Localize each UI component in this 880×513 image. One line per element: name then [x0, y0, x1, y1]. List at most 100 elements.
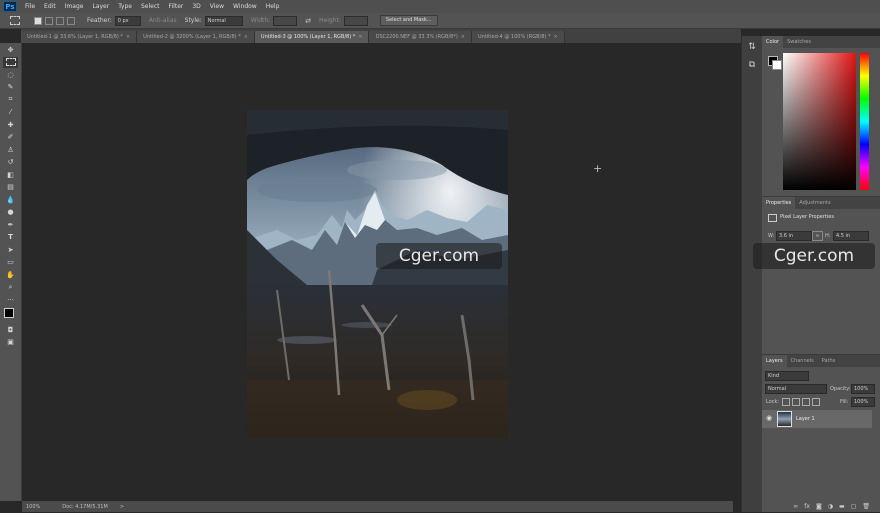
new-group-icon[interactable]: ▬	[839, 503, 845, 510]
path-select-tool-icon[interactable]: ➤	[3, 244, 18, 255]
move-tool-icon[interactable]: ✥	[3, 44, 18, 55]
type-tool-icon[interactable]: T	[3, 232, 18, 243]
lock-all-icon[interactable]	[812, 398, 820, 406]
tab-adjustments[interactable]: Adjustments	[795, 197, 834, 209]
eraser-tool-icon[interactable]: ◧	[3, 169, 18, 180]
shape-tool-icon[interactable]: ▭	[3, 257, 18, 268]
tab-paths[interactable]: Paths	[818, 355, 840, 367]
tab-channels[interactable]: Channels	[787, 355, 818, 367]
layer-filter-kind[interactable]: Kind	[765, 371, 809, 381]
menu-file[interactable]: File	[25, 3, 35, 10]
color-swatches[interactable]	[3, 307, 18, 323]
delete-layer-icon[interactable]: 🗑	[862, 503, 870, 510]
menu-type[interactable]: Type	[118, 3, 132, 10]
subtract-selection-icon[interactable]	[56, 16, 64, 25]
visibility-eye-icon[interactable]: ◉	[766, 414, 772, 422]
eyedropper-tool-icon[interactable]: ⁄	[3, 107, 18, 118]
screen-mode-icon[interactable]: ▣	[3, 337, 18, 348]
pen-tool-icon[interactable]: ✒	[3, 219, 18, 230]
close-icon[interactable]: ×	[244, 31, 248, 43]
color-panel: Color Swatches	[762, 36, 880, 194]
menu-3d[interactable]: 3D	[192, 3, 200, 10]
width-input[interactable]	[273, 15, 298, 26]
menu-select[interactable]: Select	[141, 3, 160, 10]
marquee-tool-icon[interactable]	[3, 56, 18, 68]
layer-style-icon[interactable]: fx	[804, 503, 810, 510]
history-brush-tool-icon[interactable]: ↺	[3, 157, 18, 168]
tab-color[interactable]: Color	[762, 36, 784, 48]
gradient-tool-icon[interactable]: ▤	[3, 182, 18, 193]
dodge-tool-icon[interactable]: ●	[3, 207, 18, 218]
brush-tool-icon[interactable]: ✐	[3, 132, 18, 143]
tab-label: Untitled-2 @ 3200% (Layer 1, RGB/8) *	[143, 34, 241, 40]
blend-mode-select[interactable]: Normal	[765, 384, 827, 394]
tab-untitled-1[interactable]: Untitled-1 @ 33.6% (Layer 1, RGB/8) * ×	[21, 31, 138, 43]
menu-filter[interactable]: Filter	[169, 3, 184, 10]
height-input[interactable]	[343, 15, 368, 26]
link-layers-icon[interactable]: ∞	[793, 503, 798, 510]
height-label: H:	[825, 233, 831, 239]
crop-tool-icon[interactable]: ⌗	[3, 94, 18, 105]
new-layer-icon[interactable]: ▢	[851, 503, 857, 510]
healing-brush-tool-icon[interactable]: ✚	[3, 119, 18, 130]
intersect-selection-icon[interactable]	[67, 16, 75, 25]
style-select[interactable]: Normal	[204, 15, 243, 26]
blur-tool-icon[interactable]: 💧	[3, 194, 18, 205]
tab-layers[interactable]: Layers	[762, 355, 787, 367]
background-color-swatch[interactable]	[772, 60, 782, 70]
quick-select-tool-icon[interactable]: ✎	[3, 82, 18, 93]
menu-help[interactable]: Help	[266, 3, 280, 10]
layers-footer: ∞ fx ◙ ◑ ▬ ▢ 🗑	[762, 500, 880, 512]
close-icon[interactable]: ×	[358, 31, 362, 43]
height-field[interactable]: 4.5 in	[833, 231, 869, 241]
width-field[interactable]: 3.6 in	[776, 231, 812, 241]
menu-edit[interactable]: Edit	[44, 3, 56, 10]
antialias-checkbox[interactable]: Anti-alias	[149, 17, 177, 24]
tools-panel: ✥ ◌ ✎ ⌗ ⁄ ✚ ✐ ♙ ↺ ◧ ▤ 💧 ● ✒ T ➤ ▭ ✋ ⌕ ··…	[0, 43, 22, 501]
lock-transparency-icon[interactable]	[782, 398, 790, 406]
tab-swatches[interactable]: Swatches	[783, 36, 815, 48]
menu-view[interactable]: View	[210, 3, 224, 10]
clone-stamp-tool-icon[interactable]: ♙	[3, 144, 18, 155]
add-selection-icon[interactable]	[45, 16, 53, 25]
tab-untitled-2[interactable]: Untitled-2 @ 3200% (Layer 1, RGB/8) * ×	[137, 31, 255, 43]
feather-input[interactable]: 0 px	[114, 15, 141, 26]
layer-row[interactable]: ◉ Layer 1	[762, 410, 872, 428]
fill-field[interactable]: 100%	[851, 397, 875, 407]
zoom-level[interactable]: 100%	[26, 504, 40, 510]
lock-pixels-icon[interactable]	[792, 398, 800, 406]
tab-label: Untitled-1 @ 33.6% (Layer 1, RGB/8) *	[27, 34, 123, 40]
swap-icon[interactable]: ⇄	[305, 17, 311, 25]
add-mask-icon[interactable]: ◙	[816, 503, 822, 510]
close-icon[interactable]: ×	[126, 31, 130, 43]
select-and-mask-button[interactable]: Select and Mask...	[379, 15, 438, 26]
foreground-color-swatch[interactable]	[4, 307, 14, 318]
collapsed-panel-dock: ⇅ ⧉	[741, 36, 762, 512]
lock-position-icon[interactable]	[802, 398, 810, 406]
lasso-tool-icon[interactable]: ◌	[3, 69, 18, 80]
opacity-field[interactable]: 100%	[851, 384, 875, 394]
hue-slider[interactable]	[860, 53, 869, 190]
tab-properties[interactable]: Properties	[762, 197, 796, 209]
hand-tool-icon[interactable]: ✋	[3, 269, 18, 280]
tab-untitled-4[interactable]: Untitled-4 @ 100% (RGB/8) * ×	[471, 31, 565, 43]
properties-panel-icon[interactable]: ⇅	[746, 41, 758, 53]
color-picker-field[interactable]	[783, 53, 856, 190]
zoom-tool-icon[interactable]: ⌕	[3, 282, 18, 293]
tab-dsc2200[interactable]: DSC2200.NEF @ 33.3% (RGB/8*) ×	[369, 31, 472, 43]
link-icon[interactable]: ∞	[812, 231, 823, 241]
marquee-preset-icon[interactable]	[10, 16, 20, 25]
menu-layer[interactable]: Layer	[92, 3, 109, 10]
status-menu-arrow[interactable]: >	[120, 504, 124, 510]
close-icon[interactable]: ×	[461, 31, 465, 43]
tab-untitled-3[interactable]: Untitled-3 @ 100% (Layer 1, RGB/8) * ×	[254, 31, 370, 43]
adjustment-layer-icon[interactable]: ◑	[828, 503, 833, 510]
close-icon[interactable]: ×	[553, 31, 557, 43]
menu-image[interactable]: Image	[65, 3, 84, 10]
quick-mask-icon[interactable]: ◘	[3, 324, 18, 335]
more-tools-icon[interactable]: ···	[3, 294, 18, 305]
new-selection-icon[interactable]	[34, 16, 42, 25]
menu-window[interactable]: Window	[233, 3, 257, 10]
document-image[interactable]	[247, 110, 508, 438]
history-panel-icon[interactable]: ⧉	[746, 59, 758, 71]
